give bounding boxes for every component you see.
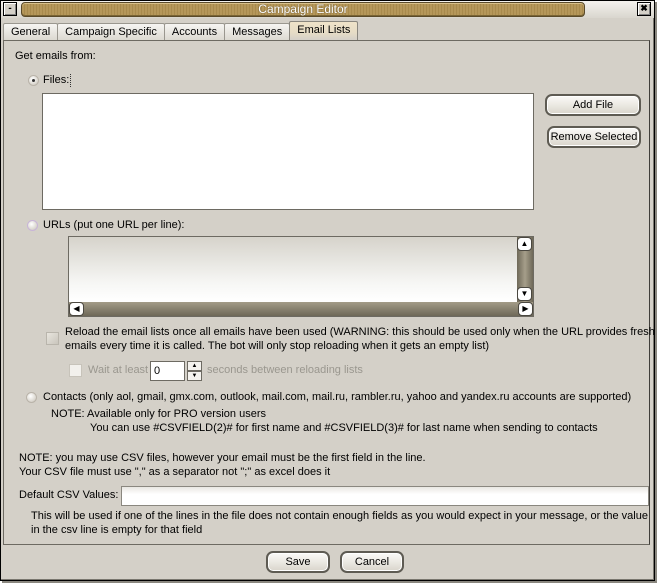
wait-at-least-label: Wait at least [88,364,149,376]
arrow-left-icon: ◀ [73,304,80,313]
wait-at-least-checkbox[interactable] [69,364,82,377]
title-bar[interactable]: - Campaign Editor ✖ [1,1,654,18]
reload-lists-checkbox[interactable] [46,332,59,345]
tab-messages[interactable]: Messages [224,23,291,40]
urls-textarea-container: ▲ ▼ ◀ ▶ [68,236,534,317]
reload-lists-label-line2: emails every time it is called. The bot … [65,340,490,352]
spin-down-button[interactable]: ▼ [187,371,202,381]
wait-seconds-input[interactable]: 0 [150,361,185,381]
arrow-down-icon: ▼ [520,289,529,298]
remove-selected-button[interactable]: Remove Selected [547,126,641,148]
files-listbox[interactable] [42,93,534,210]
urls-label[interactable]: URLs (put one URL per line): [43,219,184,232]
minimize-button[interactable]: - [3,2,17,16]
seconds-between-label: seconds between reloading lists [207,364,363,376]
scroll-left-button[interactable]: ◀ [69,302,84,316]
tab-campaign-specific[interactable]: Campaign Specific [57,23,165,40]
contacts-radio[interactable] [26,392,37,403]
add-file-button[interactable]: Add File [545,94,641,116]
default-csv-label: Default CSV Values: [19,489,119,501]
cancel-button[interactable]: Cancel [340,551,404,573]
scroll-down-button[interactable]: ▼ [517,287,532,301]
urls-radio[interactable] [27,220,38,231]
arrow-up-icon: ▲ [191,363,198,369]
tab-accounts[interactable]: Accounts [163,23,226,40]
window-title: Campaign Editor [21,2,585,17]
reload-lists-label-line1: Reload the email lists once all emails h… [65,326,655,338]
csv-note-line1: NOTE: you may use CSV files, however you… [19,452,426,464]
urls-textarea[interactable] [69,237,517,302]
default-csv-note-line1: This will be used if one of the lines in… [31,510,648,522]
default-csv-input[interactable] [121,486,649,506]
vertical-scrollbar[interactable]: ▲ ▼ [517,237,533,302]
files-radio[interactable] [28,75,39,86]
campaign-editor-window: - Campaign Editor ✖ General Campaign Spe… [0,0,655,581]
arrow-up-icon: ▲ [520,239,529,248]
minus-icon: - [8,3,12,14]
scroll-up-button[interactable]: ▲ [517,237,532,251]
arrow-right-icon: ▶ [522,304,529,313]
default-csv-note-line2: in the csv line is empty for that field [31,524,203,536]
get-emails-from-label: Get emails from: [15,50,96,62]
save-button[interactable]: Save [266,551,330,573]
arrow-down-icon: ▼ [191,373,198,379]
tab-general[interactable]: General [3,23,59,40]
csv-note-line2: Your CSV file must use "," as a separato… [19,466,331,478]
tab-email-lists[interactable]: Email Lists [289,21,359,40]
contacts-pro-note: NOTE: Available only for PRO version use… [51,408,266,420]
close-button[interactable]: ✖ [637,2,651,16]
close-x-icon: ✖ [640,3,648,13]
files-label[interactable]: Files: [43,74,72,87]
scroll-right-button[interactable]: ▶ [518,302,533,316]
horizontal-scrollbar[interactable]: ◀ ▶ [69,302,533,316]
contacts-label[interactable]: Contacts (only aol, gmail, gmx.com, outl… [43,391,631,404]
contacts-csvfield-note: You can use #CSVFIELD(2)# for first name… [90,422,598,434]
spin-up-button[interactable]: ▲ [187,361,202,371]
tab-strip: General Campaign Specific Accounts Messa… [3,21,359,40]
